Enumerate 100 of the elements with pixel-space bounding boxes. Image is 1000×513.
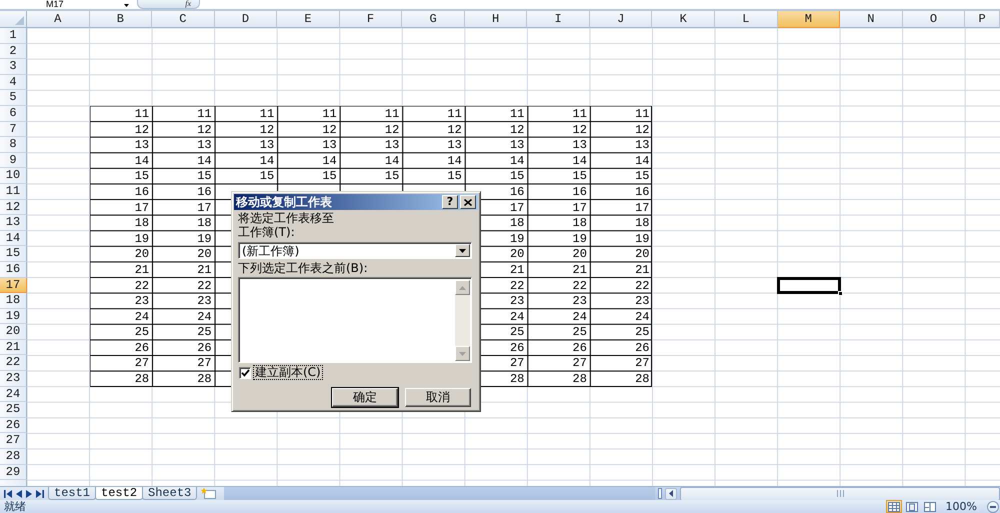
table-cell: 14 (572, 152, 587, 168)
table-cell: 15 (510, 168, 524, 184)
row-header[interactable]: 18 (0, 293, 27, 309)
cancel-button[interactable]: 取消 (405, 388, 471, 407)
column-header[interactable]: G (402, 11, 465, 28)
sheet-list[interactable] (238, 277, 472, 363)
row-header[interactable]: 22 (0, 355, 27, 372)
scroll-up-button[interactable] (455, 280, 470, 295)
column-header[interactable]: E (277, 11, 340, 28)
ok-button[interactable]: 确定 (332, 388, 398, 407)
table-cell: 25 (134, 324, 150, 340)
last-sheet-icon[interactable] (36, 490, 44, 498)
row-header[interactable]: 17 (0, 278, 27, 294)
row-header[interactable]: 19 (0, 308, 27, 324)
table-cell: 11 (635, 106, 650, 122)
first-sheet-icon[interactable] (4, 490, 12, 498)
column-header[interactable]: O (902, 11, 966, 28)
table-cell: 26 (572, 340, 587, 356)
row-header[interactable]: 4 (0, 74, 27, 90)
caret-icon[interactable] (124, 4, 129, 7)
name-box[interactable]: M17 (0, 0, 124, 9)
row-header[interactable]: 28 (0, 449, 27, 465)
page-break-preview-button[interactable] (922, 500, 938, 513)
next-sheet-icon[interactable] (26, 490, 32, 498)
table-cell: 27 (510, 355, 524, 372)
row-header[interactable]: 11 (0, 184, 27, 200)
selected-cell[interactable] (778, 278, 840, 294)
previous-sheet-icon[interactable] (16, 490, 22, 498)
row-header[interactable]: 26 (0, 418, 27, 434)
column-header[interactable]: C (152, 11, 215, 28)
insert-function-button[interactable]: fx (137, 0, 200, 9)
new-sheet-icon[interactable] (200, 487, 218, 500)
scroll-down-button[interactable] (455, 346, 470, 361)
table-cell: 13 (260, 137, 274, 153)
table-cell: 20 (197, 246, 212, 262)
column-header[interactable]: B (90, 11, 152, 28)
row-header[interactable]: 5 (0, 90, 27, 106)
zoom-out-button[interactable] (987, 500, 999, 512)
row-header[interactable]: 24 (0, 386, 27, 402)
column-header[interactable]: J (590, 11, 652, 28)
split-handle-icon[interactable] (658, 488, 662, 499)
row-header[interactable]: 23 (0, 371, 27, 387)
column-header[interactable]: D (214, 11, 278, 28)
row-header[interactable]: 3 (0, 59, 27, 75)
column-header[interactable]: M (778, 11, 840, 28)
normal-view-button[interactable] (886, 500, 902, 513)
row-header[interactable]: 20 (0, 324, 27, 340)
row-header[interactable]: 6 (0, 106, 27, 122)
split-page-icon (924, 502, 936, 512)
table-cell: 15 (197, 168, 212, 184)
column-header[interactable]: I (527, 11, 590, 28)
zoom-level: 100% (946, 500, 977, 513)
row-header[interactable]: 12 (0, 200, 27, 216)
column-header[interactable]: H (464, 11, 528, 28)
table-cell: 14 (260, 152, 274, 168)
dropdown-button[interactable] (455, 244, 470, 257)
row-header[interactable]: 21 (0, 340, 27, 356)
row-header[interactable]: 27 (0, 433, 27, 450)
workbook-label: 工作簿(T): (238, 225, 296, 239)
row-header[interactable]: 2 (0, 44, 27, 60)
sheet-tab[interactable]: test2 (95, 487, 144, 500)
sheet-list-label: 下列选定工作表之前(B): (238, 261, 369, 275)
page-layout-button[interactable] (904, 500, 920, 513)
row-header[interactable]: 1 (0, 28, 27, 44)
row-header[interactable]: 8 (0, 137, 27, 153)
sheet-tab[interactable]: test1 (48, 487, 96, 500)
row-header[interactable]: 16 (0, 262, 27, 278)
row-header[interactable]: 25 (0, 402, 27, 418)
checkbox-label[interactable]: 建立副本(C) (254, 366, 322, 379)
row-header[interactable]: 14 (0, 230, 27, 246)
table-cell: 17 (197, 200, 212, 216)
row-header[interactable]: 13 (0, 215, 27, 231)
table-cell: 26 (510, 340, 524, 356)
column-header[interactable]: K (652, 11, 716, 28)
column-header[interactable]: L (715, 11, 778, 28)
row-header[interactable]: 29 (0, 464, 27, 480)
instruction-text: 将选定工作表移至 (238, 211, 335, 225)
close-button[interactable] (460, 195, 476, 209)
workbook-dropdown[interactable]: (新工作簿) (238, 242, 472, 259)
row-header[interactable]: 9 (0, 152, 27, 168)
help-button[interactable]: ? (442, 195, 458, 209)
table-cell: 23 (197, 293, 212, 309)
column-header[interactable]: P (965, 11, 1000, 28)
fill-handle-icon[interactable] (838, 291, 844, 296)
table-cell: 12 (510, 122, 524, 138)
table-cell: 27 (572, 355, 587, 372)
table-cell: 13 (134, 137, 150, 153)
table-cell: 20 (134, 246, 150, 262)
column-header[interactable]: F (340, 11, 402, 28)
row-header[interactable]: 7 (0, 122, 27, 138)
table-cell: 11 (134, 106, 150, 122)
column-header[interactable]: N (840, 11, 903, 28)
checkbox[interactable] (239, 366, 251, 378)
sheet-tab[interactable]: Sheet3 (142, 487, 198, 500)
scroll-left-button[interactable] (665, 488, 677, 500)
row-header[interactable]: 15 (0, 246, 27, 262)
row-header[interactable]: 10 (0, 168, 27, 184)
triangle-icon (15, 16, 24, 25)
table-cell: 14 (197, 152, 212, 168)
column-header[interactable]: A (27, 11, 90, 28)
